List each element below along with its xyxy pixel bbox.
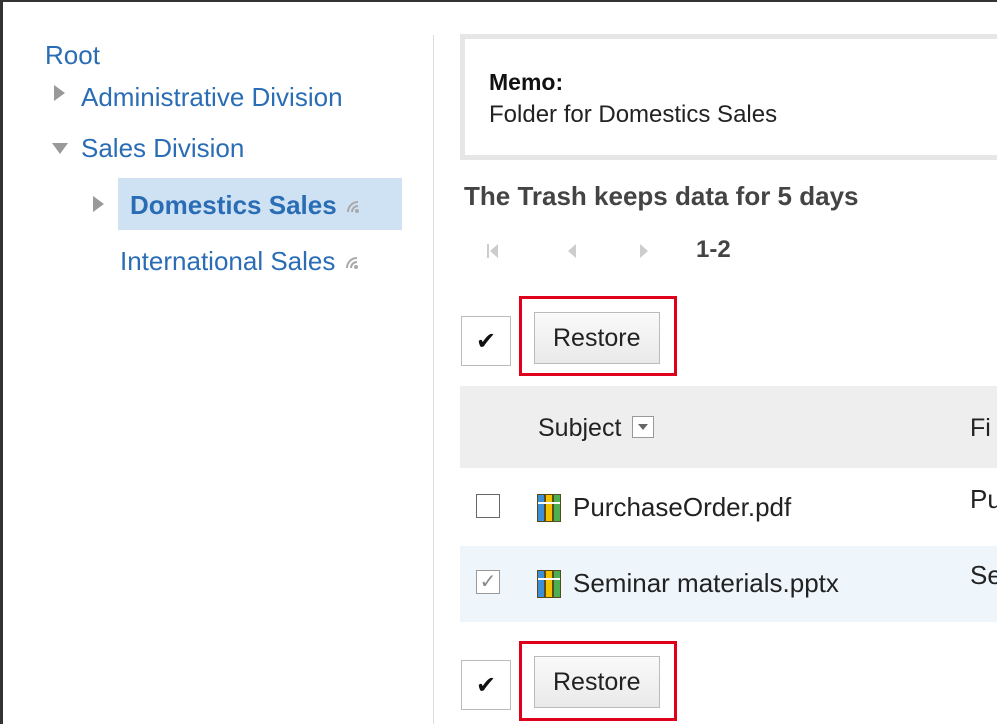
table-row[interactable]: ✓ Seminar materials.pptx Se — [460, 546, 997, 622]
tree-item-label: International Sales — [120, 246, 336, 276]
file-column-cell: Se — [970, 560, 997, 590]
file-name-link[interactable]: PurchaseOrder.pdf — [573, 492, 791, 523]
file-name-link[interactable]: Seminar materials.pptx — [573, 568, 839, 599]
memo-title: Memo: — [489, 69, 564, 95]
memo-box: Memo: Folder for Domestics Sales — [460, 34, 997, 160]
column-header-subject[interactable]: Subject — [538, 414, 621, 443]
folder-tree: Root Administrative Division Sales Divis… — [0, 0, 430, 724]
file-cabinet-icon — [537, 570, 561, 598]
tree-item-administrative-division[interactable]: Administrative Division — [81, 82, 343, 113]
tree-item-domestics-sales[interactable]: Domestics Sales — [130, 190, 364, 221]
pane-divider[interactable] — [433, 35, 434, 724]
expand-arrow-icon[interactable] — [93, 196, 104, 212]
table-header: Subject Fi — [460, 386, 997, 468]
collapse-arrow-icon[interactable] — [52, 143, 68, 154]
row-checkbox-checked[interactable]: ✓ — [476, 570, 500, 594]
row-checkbox[interactable] — [476, 494, 500, 518]
callout-highlight — [519, 641, 677, 721]
first-page-icon[interactable] — [486, 240, 500, 266]
select-all-button[interactable]: ✔ — [461, 316, 511, 366]
tree-item-label: Domestics Sales — [130, 190, 337, 220]
memo-text: Folder for Domestics Sales — [489, 101, 778, 128]
expand-arrow-icon[interactable] — [54, 85, 65, 101]
next-page-icon[interactable] — [638, 240, 650, 266]
shared-signal-icon — [343, 246, 363, 269]
trash-notice: The Trash keeps data for 5 days — [464, 181, 859, 211]
tree-item-international-sales[interactable]: International Sales — [120, 246, 363, 277]
sort-dropdown-icon[interactable] — [632, 416, 654, 438]
page-range: 1-2 — [696, 236, 731, 263]
table-row[interactable]: PurchaseOrder.pdf Pu — [460, 470, 997, 546]
file-column-cell: Pu — [970, 484, 997, 514]
shared-signal-icon — [344, 190, 364, 213]
column-header-file[interactable]: Fi — [970, 414, 991, 443]
prev-page-icon[interactable] — [566, 240, 578, 266]
select-all-button[interactable]: ✔ — [461, 660, 511, 710]
callout-highlight — [519, 296, 677, 376]
file-cabinet-icon — [537, 494, 561, 522]
tree-item-sales-division[interactable]: Sales Division — [81, 133, 244, 164]
tree-root[interactable]: Root — [45, 40, 100, 71]
